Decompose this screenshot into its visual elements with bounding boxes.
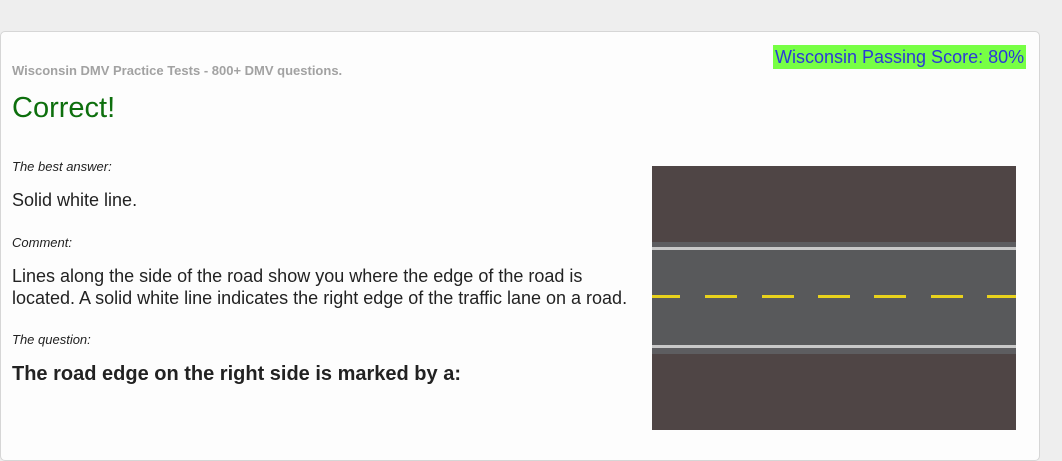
question-card: Wisconsin Passing Score: 80% Wisconsin D… (0, 31, 1040, 461)
result-heading: Correct! (12, 92, 116, 124)
site-title-link[interactable]: Wisconsin DMV Practice Tests - 800+ DMV … (12, 63, 342, 78)
road-illustration (652, 166, 1016, 430)
question-text: The road edge on the right side is marke… (12, 363, 461, 385)
bottom-white-edge-line (652, 345, 1016, 348)
best-answer-label: The best answer: (12, 159, 112, 174)
top-white-edge-line (652, 247, 1016, 250)
best-answer-text: Solid white line. (12, 190, 138, 210)
comment-text: Lines along the side of the road show yo… (12, 266, 628, 308)
yellow-dashed-center-line (652, 295, 1016, 298)
question-label: The question: (12, 332, 91, 347)
comment-label: Comment: (12, 235, 72, 250)
passing-score-badge: Wisconsin Passing Score: 80% (773, 45, 1027, 69)
road-markings-image (652, 166, 1016, 430)
